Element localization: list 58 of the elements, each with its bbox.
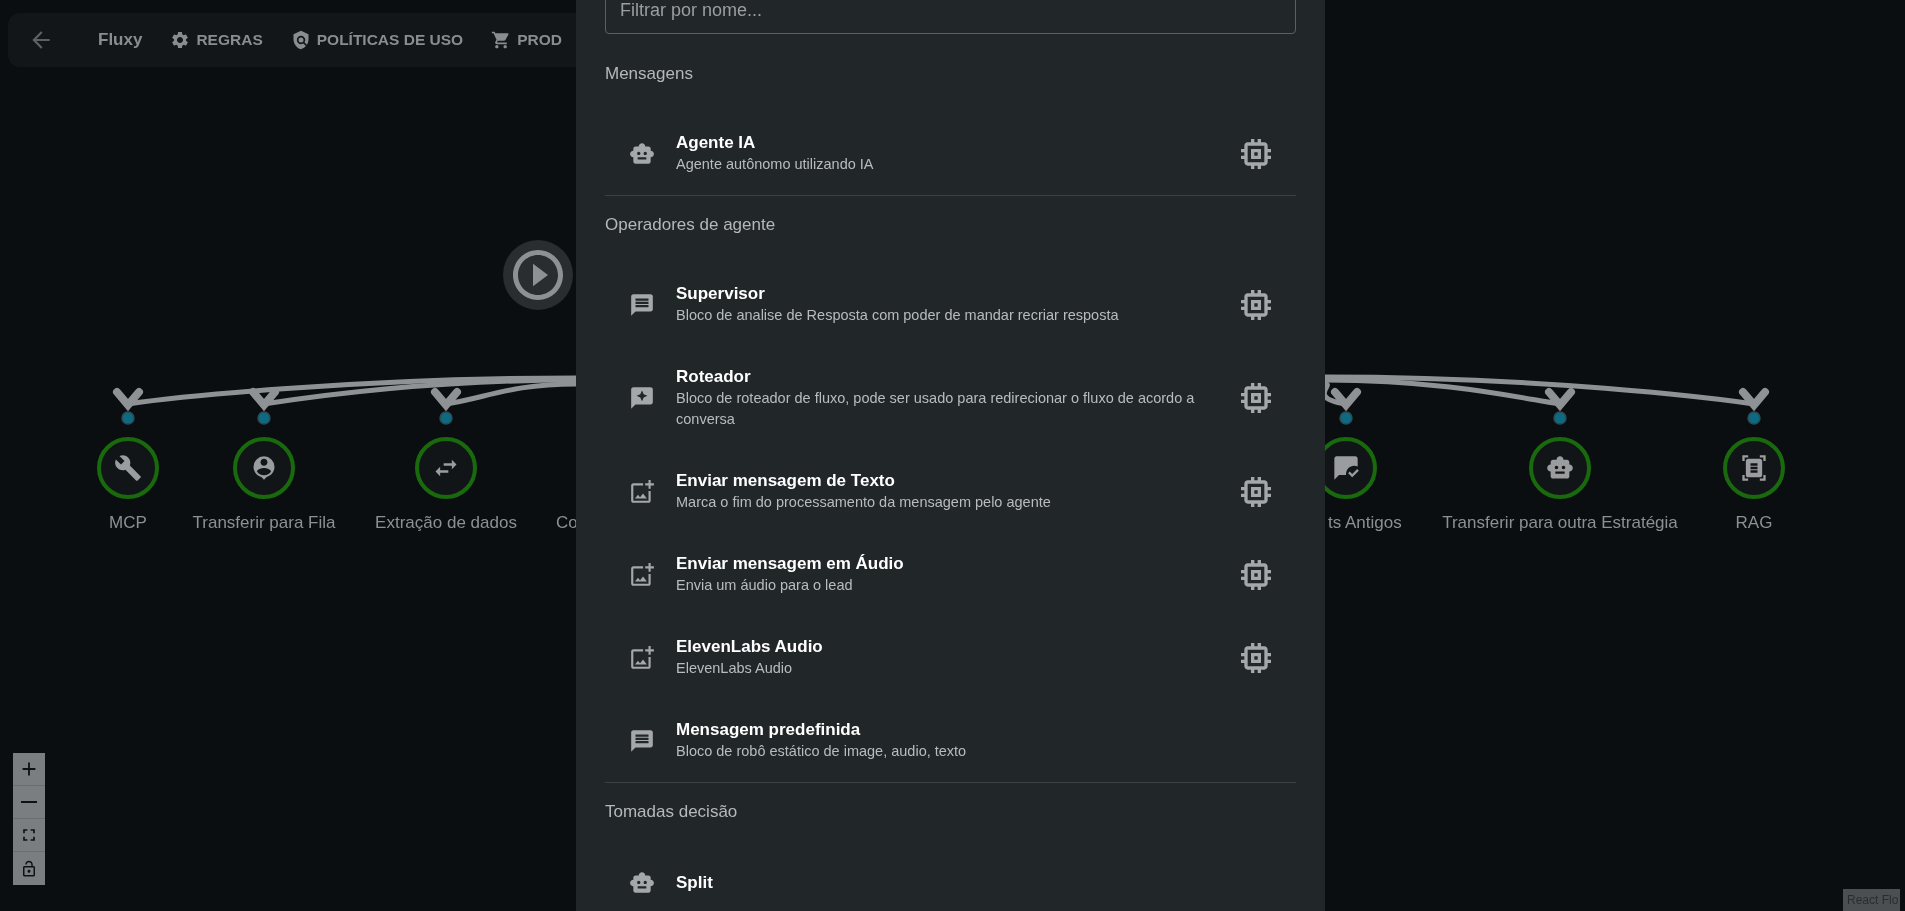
option-title: Agente IA (676, 132, 757, 154)
block-option[interactable]: Mensagem predefinida Bloco de robô estático de image, audio, texto (605, 699, 1296, 782)
wrench-icon (114, 454, 142, 482)
sparkle-chat-icon (629, 385, 655, 411)
block-option[interactable]: Enviar mensagem de Texto Marca o fim do processamento da mensagem pelo agente (605, 450, 1296, 533)
option-description: ElevenLabs Audio (676, 659, 794, 678)
option-description: Bloco de analise de Resposta com poder de mandar recriar resposta (676, 306, 1120, 325)
robot-icon (629, 870, 655, 896)
option-title: Enviar mensagem em Áudio (676, 553, 905, 575)
robot-icon (629, 140, 655, 167)
handle-dot[interactable] (439, 411, 453, 425)
option-title: Supervisor (676, 283, 766, 305)
option-title: ElevenLabs Audio (676, 636, 824, 658)
section-header: Mensagens (605, 63, 694, 85)
message-icon (629, 291, 655, 318)
robot-icon (1546, 454, 1574, 482)
node-label: Extração de dados (375, 512, 517, 534)
node-label: Transferir para outra Estratégia (1442, 512, 1678, 534)
document-scan-icon (1740, 454, 1768, 482)
block-option[interactable]: Agente IA Agente autônomo utilizando IA (605, 112, 1296, 195)
filter-field[interactable]: Filtrar por nome... (605, 0, 1296, 34)
handle-dot[interactable] (1339, 411, 1353, 425)
message-icon (629, 727, 655, 754)
handle-dot[interactable] (1747, 411, 1761, 425)
unlock-icon (20, 859, 38, 878)
option-description: Bloco de robô estático de image, audio, texto (676, 742, 968, 761)
option-title: Roteador (676, 366, 752, 388)
gear-icon (170, 30, 191, 50)
image-sparkle-icon (629, 644, 655, 671)
toolbar-tab[interactable]: PROD (491, 28, 562, 52)
option-title: Split (676, 872, 714, 894)
toolbar-tab[interactable]: REGRAS (170, 28, 263, 52)
option-description: Bloco de roteador de fluxo, pode ser usado para redirecionar o fluxo de acordo a conversa (676, 389, 1196, 429)
section-header: Operadores de agente (605, 214, 777, 236)
node-label: Transferir para Fila (192, 512, 336, 534)
block-option[interactable]: Supervisor Bloco de analise de Resposta com poder de mandar recriar resposta (605, 263, 1296, 346)
section-header: Tomadas decisão (605, 801, 739, 823)
option-description: Envia um áudio para o lead (676, 576, 854, 595)
chat-check-icon (1332, 454, 1360, 482)
block-option[interactable]: Roteador Bloco de roteador de fluxo, pode ser usado para redirecionar o fluxo de acordo a conversa (605, 346, 1296, 450)
minus-icon (21, 801, 37, 803)
handle-dot[interactable] (257, 411, 271, 425)
node-label: ts Antigos (1328, 512, 1402, 534)
node-label: MCP (109, 512, 147, 534)
image-sparkle-icon (629, 478, 655, 505)
toolbar-tab[interactable]: POLÍTICAS DE USO (290, 28, 464, 52)
node-label: RAG (1735, 512, 1773, 534)
option-description: Agente autônomo utilizando IA (676, 155, 875, 174)
image-sparkle-icon (629, 561, 655, 588)
option-title: Mensagem predefinida (676, 719, 862, 741)
block-option[interactable]: Split (605, 850, 1296, 911)
handle-dot[interactable] (121, 411, 135, 425)
handle-dot[interactable] (1553, 411, 1567, 425)
block-option[interactable]: ElevenLabs Audio ElevenLabs Audio (605, 616, 1296, 699)
block-option[interactable]: Enviar mensagem em Áudio Envia um áudio para o lead (605, 533, 1296, 616)
option-title: Enviar mensagem de Texto (676, 470, 896, 492)
option-description: Marca o fim do processamento da mensagem pelo agente (676, 493, 1052, 512)
flow-title: Fluxy (98, 29, 143, 52)
